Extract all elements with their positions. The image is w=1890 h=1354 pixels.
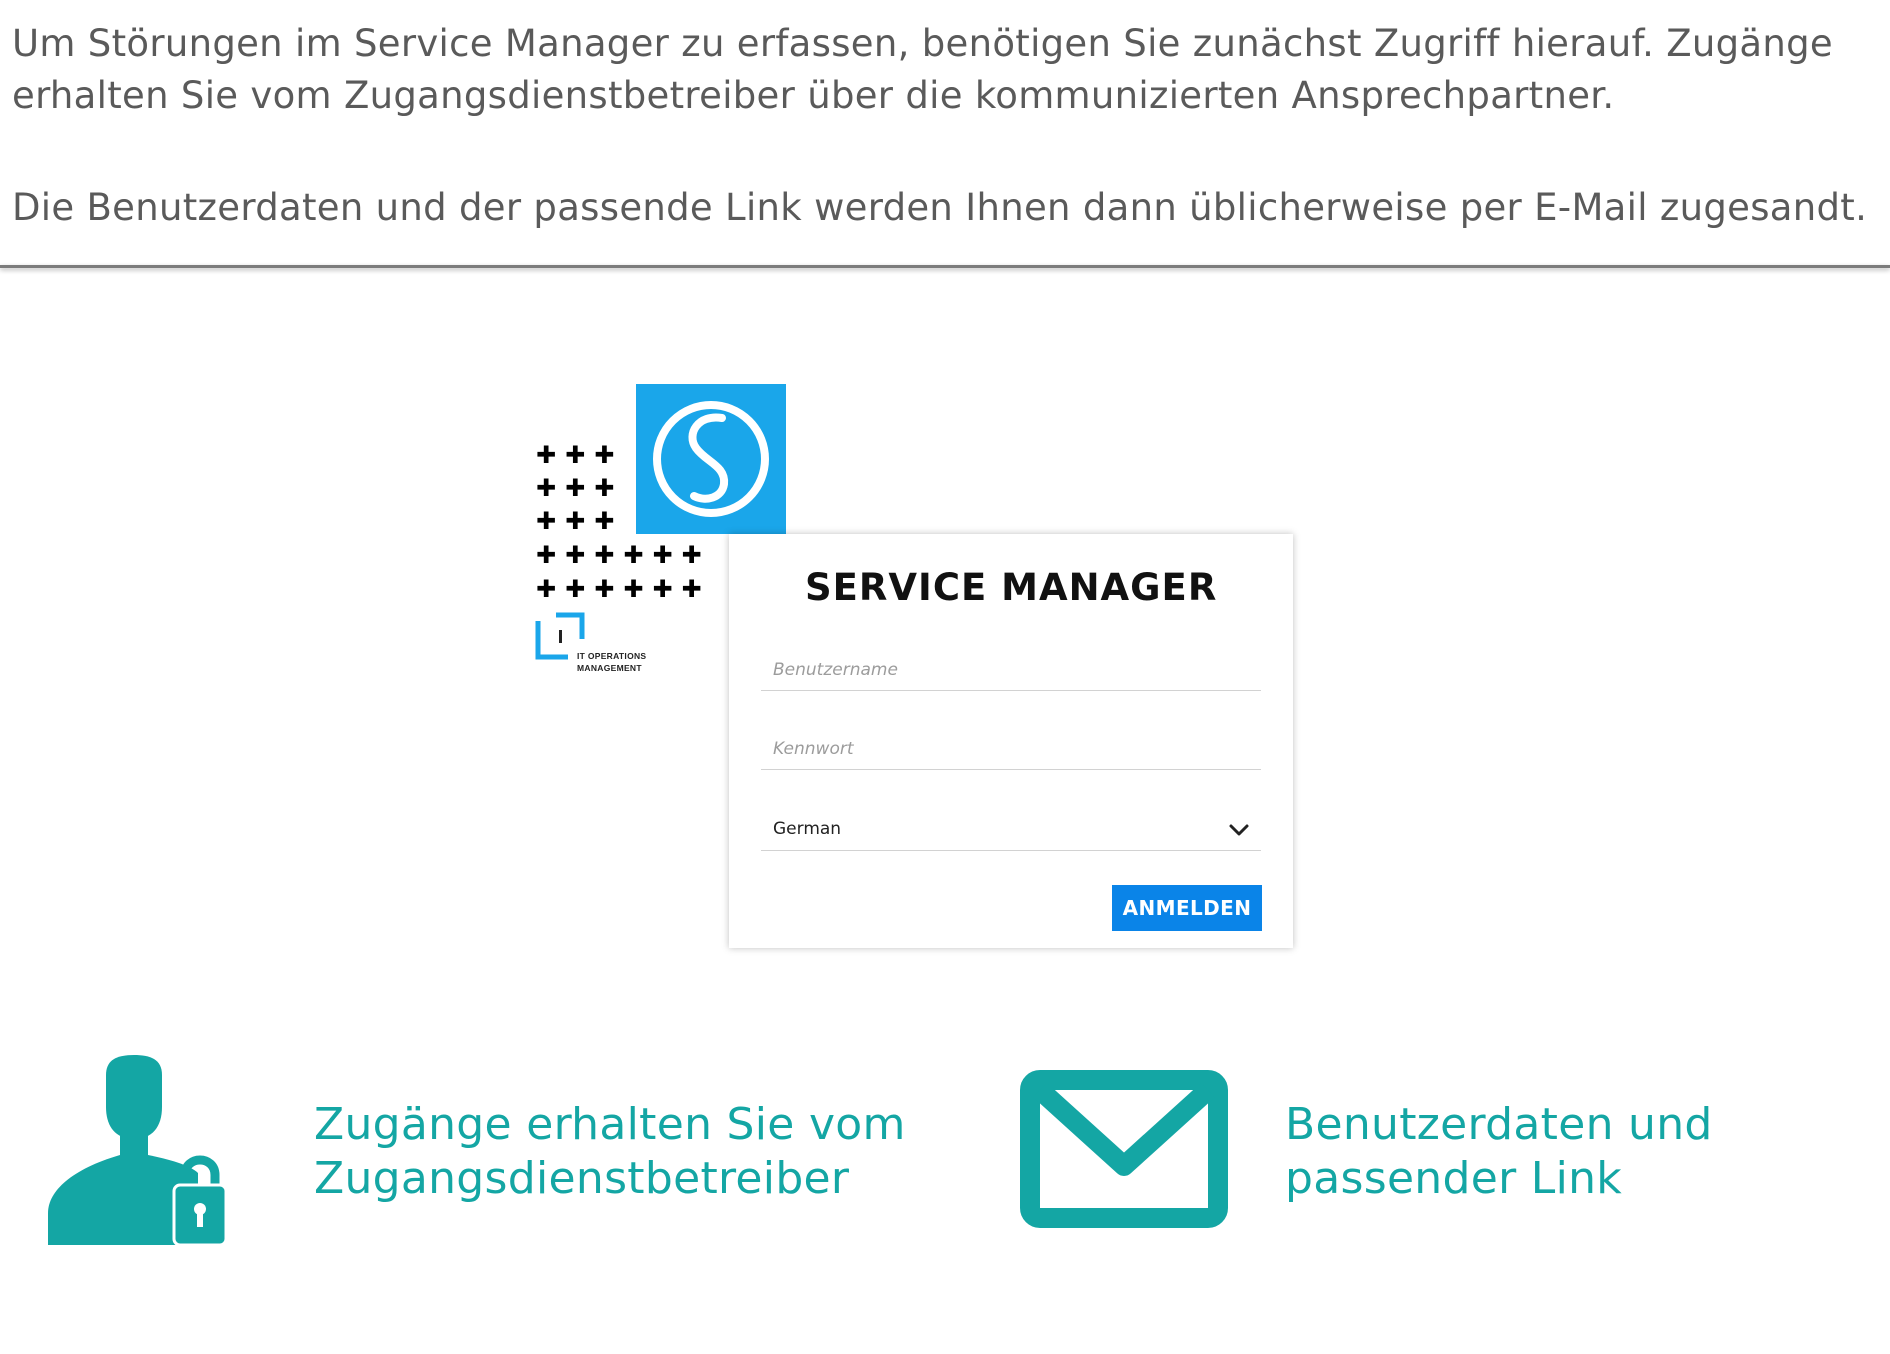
access-info-text: Zugänge erhalten Sie vom Zugangsdienstbe… bbox=[314, 1099, 906, 1204]
password-input[interactable] bbox=[761, 729, 1273, 769]
language-select-value: German bbox=[773, 819, 842, 839]
username-input[interactable] bbox=[761, 650, 1273, 690]
login-title: SERVICE MANAGER bbox=[805, 566, 1218, 609]
user-lock-icon bbox=[48, 1055, 258, 1247]
login-button[interactable]: ANMELDEN bbox=[1112, 885, 1262, 931]
intro-paragraph-1: Um Störungen im Service Manager zu erfas… bbox=[12, 22, 1833, 117]
chevron-down-icon[interactable] bbox=[1227, 818, 1251, 842]
envelope-icon bbox=[1020, 1070, 1228, 1228]
section-divider bbox=[0, 265, 1890, 268]
login-card: SERVICE MANAGER German ANMELDEN bbox=[729, 534, 1293, 948]
s-logo-icon bbox=[636, 384, 786, 534]
language-select[interactable]: German bbox=[761, 810, 1261, 851]
username-field-wrapper bbox=[761, 650, 1273, 691]
intro-text: Um Störungen im Service Manager zu erfas… bbox=[12, 18, 1872, 234]
itom-logo-text: IT OPERATIONS MANAGEMENT bbox=[577, 651, 647, 673]
intro-paragraph-2: Die Benutzerdaten und der passende Link … bbox=[12, 186, 1868, 229]
password-field-wrapper bbox=[761, 729, 1273, 770]
credentials-info-text: Benutzerdaten und passender Link bbox=[1285, 1099, 1713, 1204]
